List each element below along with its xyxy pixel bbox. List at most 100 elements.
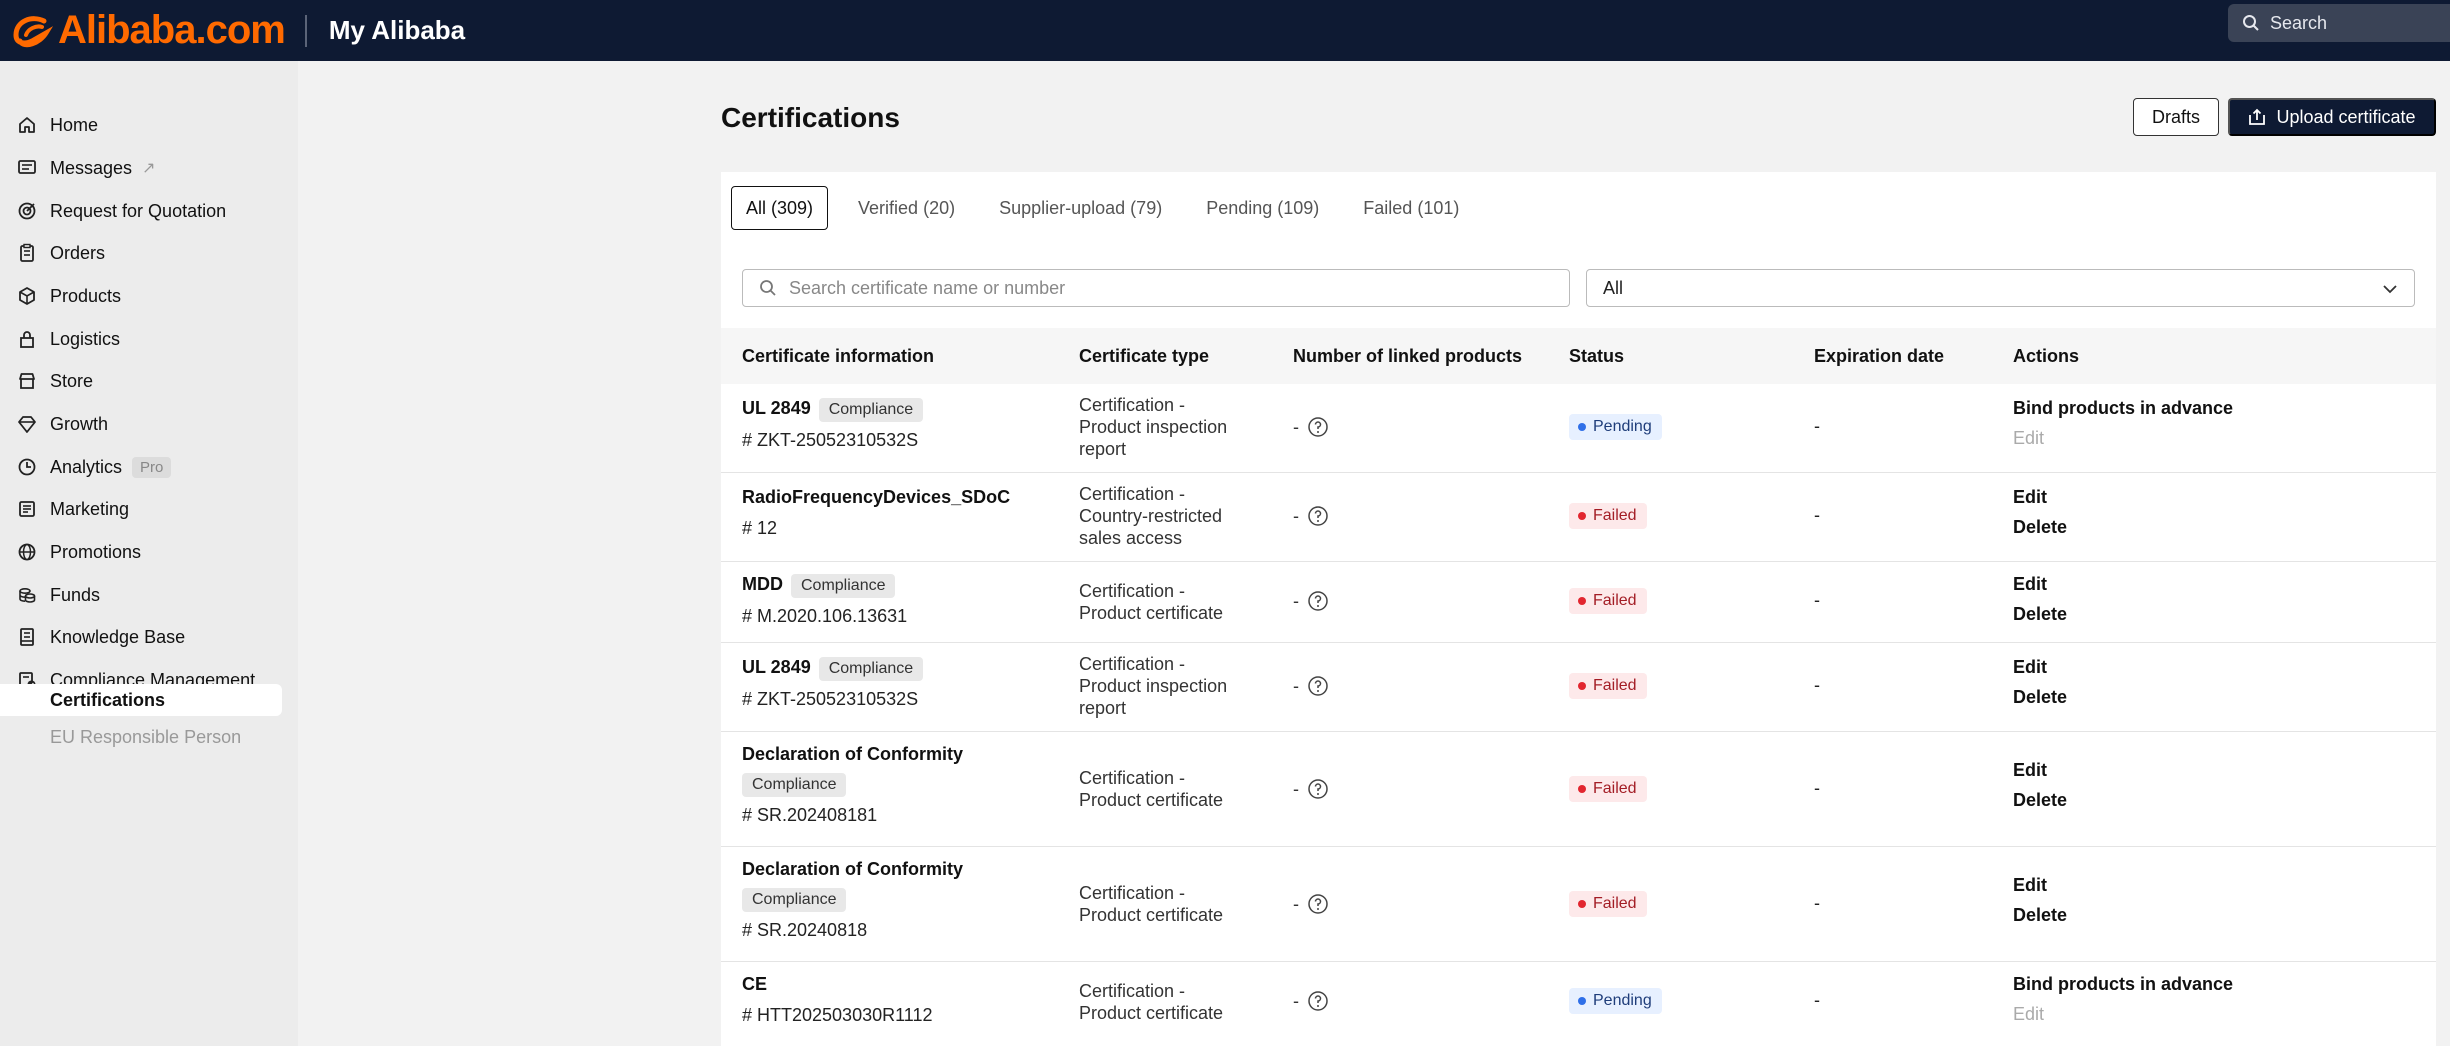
upload-certificate-button[interactable]: Upload certificate bbox=[2228, 98, 2436, 136]
certificate-name[interactable]: Declaration of Conformity bbox=[742, 744, 963, 765]
edit-link[interactable]: Edit bbox=[2013, 428, 2233, 449]
linked-products-count: - bbox=[1293, 675, 1299, 696]
help-icon[interactable] bbox=[1307, 778, 1329, 800]
certificate-search-placeholder: Search certificate name or number bbox=[789, 277, 1066, 298]
certificate-name[interactable]: Declaration of Conformity bbox=[742, 859, 963, 880]
certificate-name[interactable]: RadioFrequencyDevices_SDoC bbox=[742, 487, 1010, 507]
sidebar-item-knowledge-base[interactable]: Knowledge Base bbox=[0, 617, 298, 657]
edit-link[interactable]: Edit bbox=[2013, 760, 2067, 781]
certificate-name[interactable]: MDD bbox=[742, 574, 783, 594]
search-icon bbox=[2243, 15, 2259, 31]
status-dot bbox=[1578, 597, 1586, 605]
status-text: Pending bbox=[1593, 992, 1652, 1009]
sidebar-item-store[interactable]: Store bbox=[0, 361, 298, 401]
pro-badge: Pro bbox=[132, 456, 172, 478]
table-row: CE # HTT202503030R1112 Certification - P… bbox=[721, 962, 2436, 1046]
help-icon[interactable] bbox=[1307, 505, 1329, 527]
sidebar-item-label: Analytics bbox=[50, 456, 123, 477]
compliance-badge: Compliance bbox=[742, 773, 847, 797]
drafts-button[interactable]: Drafts bbox=[2133, 98, 2219, 136]
type-filter-select[interactable]: All bbox=[1586, 269, 2415, 307]
messages-icon bbox=[16, 157, 38, 179]
help-icon[interactable] bbox=[1307, 990, 1329, 1012]
status-dot bbox=[1578, 682, 1586, 690]
certificate-type: Certification - Product inspection repor… bbox=[1079, 394, 1227, 460]
status-badge: Failed bbox=[1569, 503, 1647, 529]
sidebar-item-home[interactable]: Home bbox=[0, 105, 298, 145]
bind-products-link[interactable]: Bind products in advance bbox=[2013, 974, 2233, 995]
sidebar-item-messages[interactable]: Messages ↗ bbox=[0, 148, 298, 188]
column-header: Certificate type bbox=[1079, 345, 1210, 366]
upload-certificate-label: Upload certificate bbox=[2276, 106, 2416, 127]
actions-cell: Edit Delete bbox=[2013, 657, 2067, 708]
sidebar-item-label: Knowledge Base bbox=[50, 626, 186, 647]
sidebar-item-logistics[interactable]: Logistics bbox=[0, 319, 298, 359]
certificate-name[interactable]: UL 2849 bbox=[742, 657, 811, 677]
sidebar-subitem-eu-responsible-person[interactable]: EU Responsible Person bbox=[0, 721, 282, 753]
certificate-type-line: report bbox=[1079, 698, 1127, 718]
sidebar-item-rfq[interactable]: Request for Quotation bbox=[0, 191, 298, 231]
linked-products: - bbox=[1293, 416, 1329, 438]
certificate-type-line: Product certificate bbox=[1079, 790, 1224, 810]
bind-products-link[interactable]: Bind products in advance bbox=[2013, 398, 2233, 419]
store-icon bbox=[16, 370, 38, 392]
filter-tabs: All (309) Verified (20) Supplier-upload … bbox=[731, 186, 1489, 230]
certificate-name[interactable]: UL 2849 bbox=[742, 398, 811, 418]
certificate-info: Declaration of Conformity Compliance # S… bbox=[742, 744, 963, 826]
tab-verified[interactable]: Verified (20) bbox=[844, 186, 969, 230]
sidebar-item-growth[interactable]: Growth bbox=[0, 404, 298, 444]
funds-icon bbox=[16, 584, 38, 606]
help-icon[interactable] bbox=[1307, 590, 1329, 612]
sidebar-item-label: Logistics bbox=[50, 328, 121, 349]
help-icon[interactable] bbox=[1307, 416, 1329, 438]
home-icon bbox=[16, 114, 38, 136]
certificate-info: MDD Compliance # M.2020.106.13631 bbox=[742, 574, 907, 627]
sidebar-item-products[interactable]: Products bbox=[0, 276, 298, 316]
sidebar-item-orders[interactable]: Orders bbox=[0, 233, 298, 273]
certificate-type-line: Product certificate bbox=[1079, 1003, 1224, 1023]
expiration-date: - bbox=[1814, 893, 1820, 913]
certificate-type-line: Certification - bbox=[1079, 981, 1186, 1001]
delete-link[interactable]: Delete bbox=[2013, 604, 2067, 625]
column-header: Actions bbox=[2013, 345, 2080, 366]
sidebar-subitem-certifications[interactable]: Certifications bbox=[0, 684, 282, 716]
tab-all[interactable]: All (309) bbox=[731, 186, 829, 230]
delete-link[interactable]: Delete bbox=[2013, 790, 2067, 811]
certificate-number: # ZKT-25052310532S bbox=[742, 430, 919, 450]
linked-products-count: - bbox=[1293, 990, 1299, 1011]
sidebar-item-promotions[interactable]: Promotions bbox=[0, 532, 298, 572]
tab-pending[interactable]: Pending (109) bbox=[1192, 186, 1333, 230]
help-icon[interactable] bbox=[1307, 893, 1329, 915]
help-icon[interactable] bbox=[1307, 675, 1329, 697]
delete-link[interactable]: Delete bbox=[2013, 517, 2067, 538]
edit-link[interactable]: Edit bbox=[2013, 574, 2067, 595]
compliance-badge: Compliance bbox=[791, 574, 896, 598]
page-title: Certifications bbox=[721, 102, 900, 133]
linked-products-count: - bbox=[1293, 590, 1299, 611]
certificate-search-input[interactable]: Search certificate name or number bbox=[742, 269, 1570, 307]
edit-link[interactable]: Edit bbox=[2013, 657, 2067, 678]
alibaba-logo[interactable]: Alibaba.com bbox=[10, 0, 286, 61]
analytics-icon bbox=[16, 456, 38, 478]
header-title[interactable]: My Alibaba bbox=[329, 15, 465, 46]
tab-failed[interactable]: Failed (101) bbox=[1349, 186, 1473, 230]
sidebar-item-funds[interactable]: Funds bbox=[0, 575, 298, 615]
status-cell: Failed bbox=[1569, 891, 1647, 917]
actions-cell: Bind products in advance Edit bbox=[2013, 974, 2233, 1025]
edit-link[interactable]: Edit bbox=[2013, 487, 2067, 508]
sidebar-item-marketing[interactable]: Marketing bbox=[0, 489, 298, 529]
sidebar-item-analytics[interactable]: Analytics Pro bbox=[0, 447, 298, 487]
column-header: Status bbox=[1569, 345, 1625, 366]
delete-link[interactable]: Delete bbox=[2013, 905, 2067, 926]
tab-supplier-upload[interactable]: Supplier-upload (79) bbox=[985, 186, 1176, 230]
edit-link[interactable]: Edit bbox=[2013, 1004, 2233, 1025]
rfq-icon bbox=[16, 200, 38, 222]
edit-link[interactable]: Edit bbox=[2013, 875, 2067, 896]
certificate-type-line: Product inspection bbox=[1079, 417, 1228, 437]
certificate-name[interactable]: CE bbox=[742, 974, 767, 994]
certificate-number: # SR.202408181 bbox=[742, 805, 878, 825]
table-row: RadioFrequencyDevices_SDoC # 12 Certific… bbox=[721, 473, 2436, 562]
header-search-input[interactable]: Search bbox=[2228, 4, 2450, 42]
delete-link[interactable]: Delete bbox=[2013, 687, 2067, 708]
knowledge-icon bbox=[16, 626, 38, 648]
